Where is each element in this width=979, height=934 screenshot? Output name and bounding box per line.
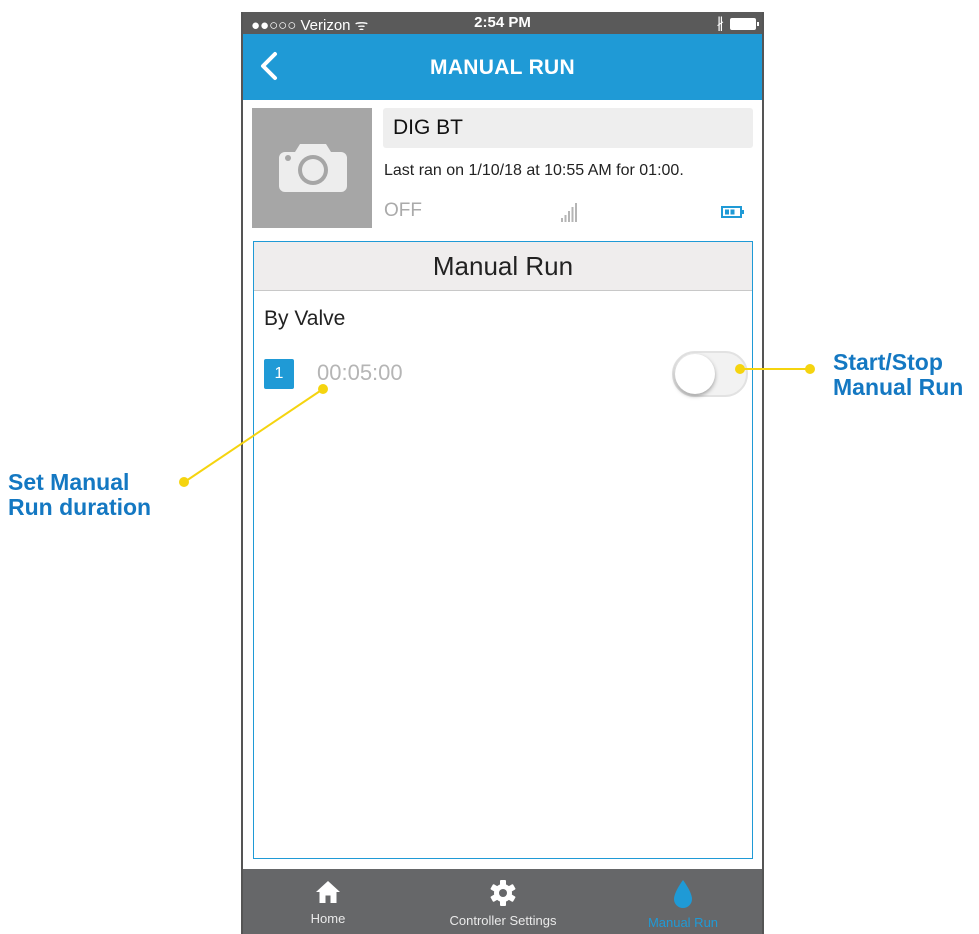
duration-callout: Set Manual Run duration bbox=[8, 469, 152, 520]
duration-leader-end-dot bbox=[179, 477, 189, 487]
toggle-callout: Start/Stop Manual Run bbox=[833, 349, 964, 400]
annotation-leaders bbox=[179, 364, 815, 487]
toggle-leader-end-dot bbox=[805, 364, 815, 374]
toggle-leader-dot bbox=[735, 364, 745, 374]
duration-leader-dot bbox=[318, 384, 328, 394]
duration-leader-line bbox=[185, 388, 324, 482]
